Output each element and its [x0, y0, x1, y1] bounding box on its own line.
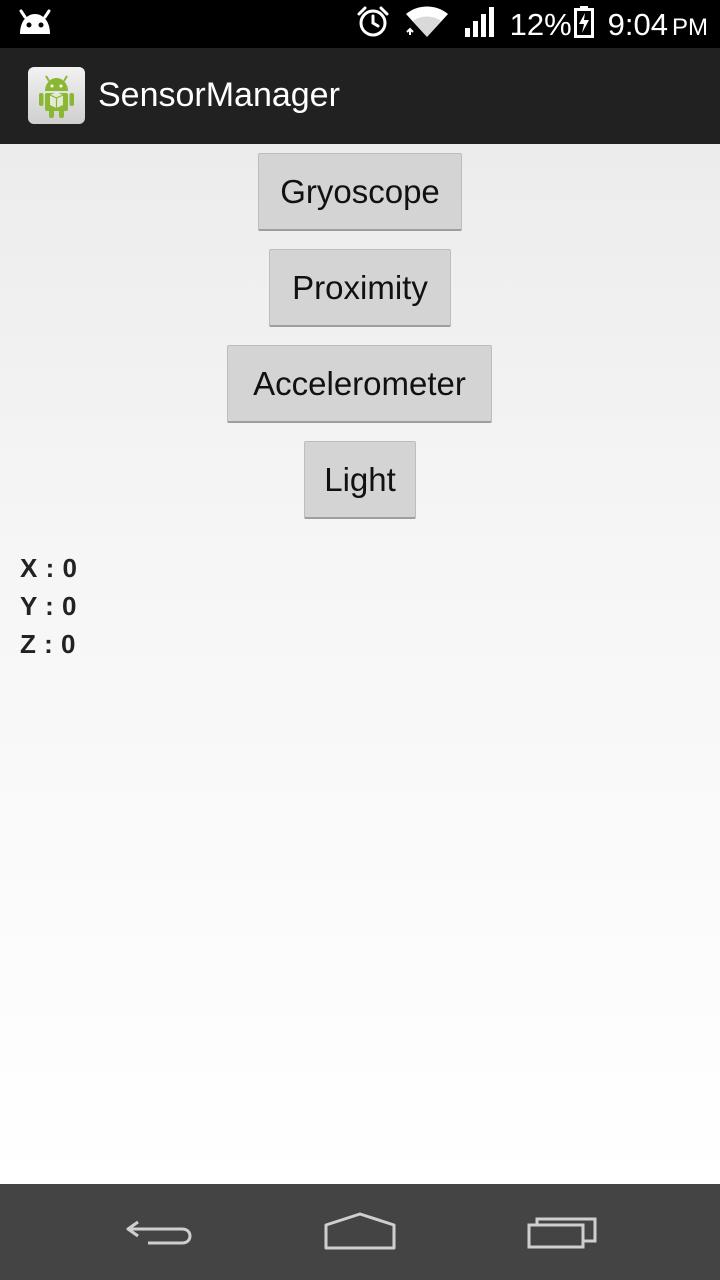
home-icon[interactable] — [320, 1208, 400, 1256]
main-content: Gryoscope Proximity Accelerometer Light … — [0, 144, 720, 1184]
signal-icon — [464, 6, 496, 43]
light-button[interactable]: Light — [304, 441, 416, 519]
x-reading: X : 0 — [20, 553, 78, 583]
time-text: 9:04 — [607, 6, 668, 42]
back-icon[interactable] — [120, 1208, 200, 1256]
z-reading: Z : 0 — [20, 629, 76, 659]
y-reading: Y : 0 — [20, 591, 77, 621]
battery-charging-icon — [573, 5, 594, 43]
action-bar: SensorManager — [0, 48, 720, 144]
proximity-button[interactable]: Proximity — [269, 249, 451, 327]
ampm-text: PM — [672, 13, 708, 41]
android-app-icon[interactable] — [28, 67, 85, 124]
app-title: SensorManager — [98, 76, 340, 114]
wifi-icon — [404, 5, 450, 44]
android-notification-icon — [16, 8, 54, 43]
gyroscope-button[interactable]: Gryoscope — [258, 153, 462, 231]
accelerometer-button[interactable]: Accelerometer — [227, 345, 492, 423]
navigation-bar — [0, 1184, 720, 1280]
status-clock: 9:04 PM — [608, 9, 708, 40]
battery-percent: 12% — [509, 6, 572, 42]
alarm-icon — [356, 5, 390, 44]
recent-apps-icon[interactable] — [520, 1208, 600, 1256]
status-bar: 12% 9:04 PM — [0, 0, 720, 48]
